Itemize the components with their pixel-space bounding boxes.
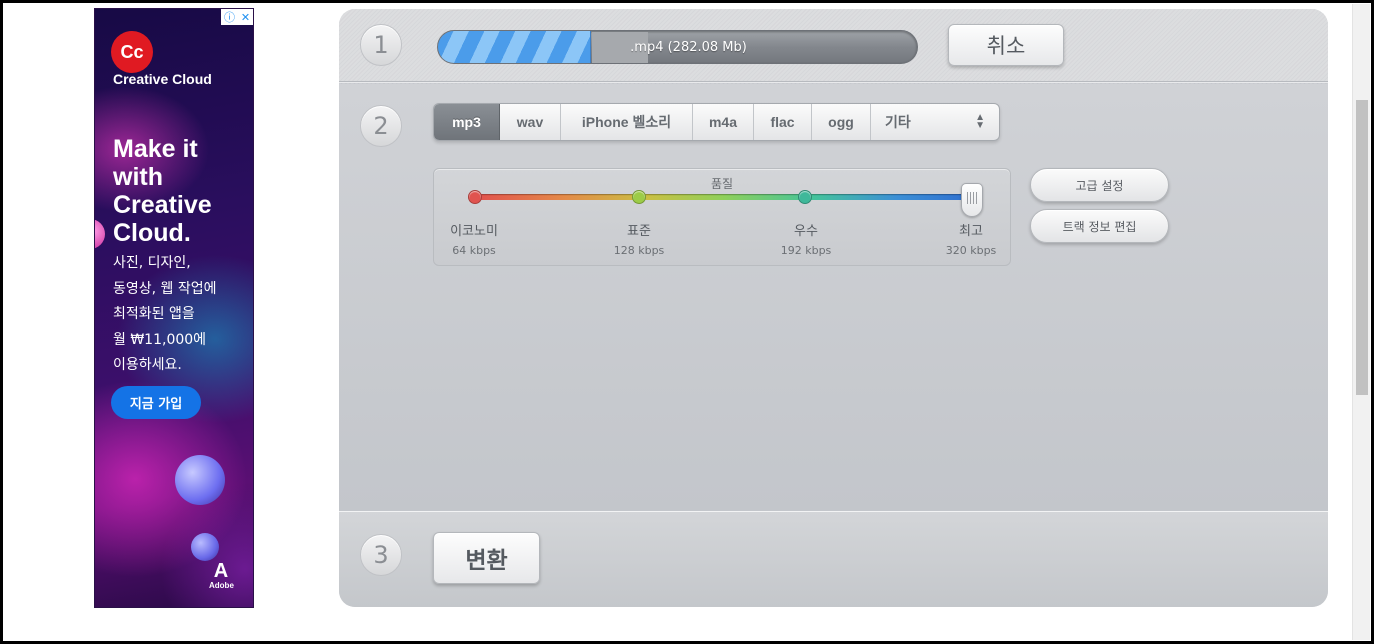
decorative-planet: [175, 455, 225, 505]
decorative-planet: [191, 533, 219, 561]
tab-iphone-ringtone[interactable]: iPhone 벨소리: [561, 104, 693, 140]
ad-choices-badge[interactable]: ⓘ ✕: [221, 9, 253, 25]
ad-brand: Creative Cloud: [113, 71, 212, 87]
ad-body-line: 동영상, 웹 작업에: [113, 280, 217, 297]
grip-icon: [967, 192, 977, 204]
tab-flac[interactable]: flac: [754, 104, 812, 140]
adobe-logo-icon: A Adobe: [209, 560, 234, 590]
tab-mp3[interactable]: mp3: [434, 104, 500, 140]
quality-stop-standard[interactable]: [632, 190, 646, 204]
step-number-3: 3: [360, 534, 402, 576]
step-number-2: 2: [360, 105, 402, 147]
tab-ogg[interactable]: ogg: [812, 104, 871, 140]
ad-body-line: 최적화된 앱을: [113, 306, 195, 322]
decorative-planet: [95, 219, 105, 249]
tab-m4a[interactable]: m4a: [693, 104, 754, 140]
quality-stop-economy[interactable]: [468, 190, 482, 204]
other-formats-select[interactable]: 기타 ▲ ▼: [871, 104, 999, 140]
ad-headline: Make it with Creative Cloud.: [113, 135, 212, 247]
select-arrows-icon: ▲ ▼: [975, 112, 985, 131]
ad-body-line: 이용하세요.: [113, 357, 182, 373]
quality-slider-track[interactable]: [475, 194, 971, 200]
quality-panel: 품질 이코노미 64 kbps 표준 128 kbps 우수 192 kbps …: [433, 168, 1011, 266]
advanced-settings-button[interactable]: 고급 설정: [1030, 168, 1169, 202]
edit-track-info-button[interactable]: 트랙 정보 편집: [1030, 209, 1169, 243]
creative-cloud-logo-icon: Cc: [111, 31, 153, 73]
upload-file-label: .mp4 (282.08 Mb): [630, 39, 747, 55]
quality-label-best: 최고: [959, 224, 983, 239]
format-tabs: mp3 wav iPhone 벨소리 m4a flac ogg 기타 ▲ ▼: [433, 103, 1000, 141]
converter-panel: 1 2 3 .mp4 (282.08 Mb) 취소 mp3 wav iPhone…: [339, 9, 1328, 607]
quality-bitrate-standard: 128 kbps: [613, 244, 665, 257]
ad-cta-button[interactable]: 지금 가입: [111, 386, 201, 419]
ad-body-line: 사진, 디자인,: [113, 255, 191, 271]
scrollbar-thumb[interactable]: [1356, 100, 1368, 395]
quality-slider-handle[interactable]: [961, 183, 983, 217]
other-formats-label: 기타: [885, 114, 911, 130]
quality-bitrate-best: 320 kbps: [945, 244, 997, 257]
ad-banner[interactable]: ⓘ ✕ Cc Creative Cloud Make it with Creat…: [94, 8, 254, 608]
quality-title: 품질: [710, 177, 734, 191]
step-number-1: 1: [360, 24, 402, 66]
ad-body-line: 월 ₩11,000에: [113, 331, 207, 348]
quality-stop-good[interactable]: [798, 190, 812, 204]
info-icon[interactable]: ⓘ: [224, 9, 235, 25]
tab-wav[interactable]: wav: [500, 104, 561, 140]
quality-label-standard: 표준: [627, 224, 651, 239]
page-scrollbar[interactable]: [1352, 4, 1370, 640]
quality-label-good: 우수: [794, 224, 818, 239]
close-icon[interactable]: ✕: [241, 11, 250, 24]
quality-bitrate-good: 192 kbps: [780, 244, 832, 257]
quality-label-economy: 이코노미: [450, 224, 498, 239]
upload-progress-bar: .mp4 (282.08 Mb): [437, 30, 918, 64]
step2-section: [339, 84, 1328, 511]
quality-bitrate-economy: 64 kbps: [452, 244, 496, 257]
convert-button[interactable]: 변환: [433, 532, 540, 584]
ad-body: 사진, 디자인, 동영상, 웹 작업에 최적화된 앱을 월 ₩11,000에 이…: [113, 251, 253, 379]
cancel-button[interactable]: 취소: [948, 24, 1064, 66]
